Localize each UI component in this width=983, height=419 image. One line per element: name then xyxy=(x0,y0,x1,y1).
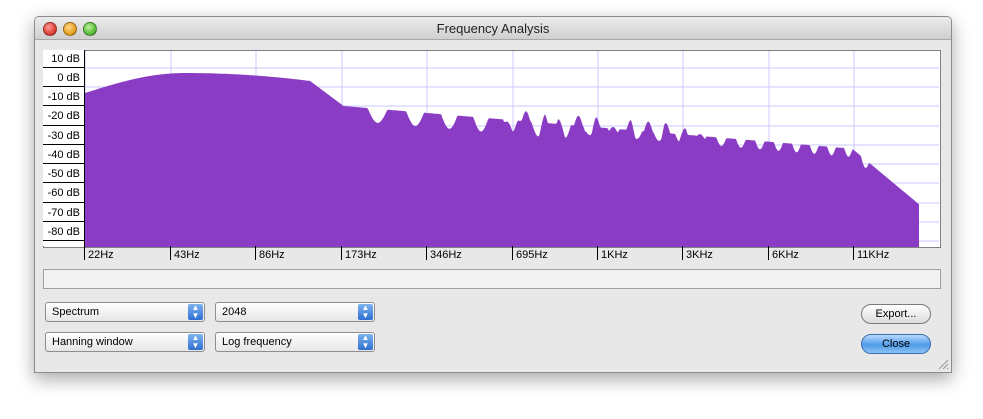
y-label: 10 dB xyxy=(51,53,80,65)
y-label: -40 dB xyxy=(47,149,80,161)
y-tick xyxy=(43,105,84,106)
x-label: 346Hz xyxy=(430,249,462,261)
x-label: 1KHz xyxy=(601,249,628,261)
size-value: 2048 xyxy=(222,306,247,318)
y-label: -20 dB xyxy=(47,110,80,122)
x-label: 3KHz xyxy=(686,249,713,261)
size-select[interactable]: 2048 ▲ ▼ xyxy=(215,302,375,322)
x-tick xyxy=(170,246,171,260)
x-tick xyxy=(84,246,85,260)
x-label: 43Hz xyxy=(174,249,200,261)
x-label: 6KHz xyxy=(772,249,799,261)
x-tick xyxy=(768,246,769,260)
updown-arrows-icon: ▲ ▼ xyxy=(188,304,203,320)
x-tick xyxy=(597,246,598,260)
export-button[interactable]: Export... xyxy=(861,304,931,324)
spectrum-fill xyxy=(85,73,919,247)
y-tick xyxy=(43,67,84,68)
y-tick xyxy=(43,221,84,222)
x-label: 695Hz xyxy=(516,249,548,261)
x-tick xyxy=(512,246,513,260)
x-label: 11KHz xyxy=(857,249,890,261)
updown-arrows-icon: ▲ ▼ xyxy=(358,304,373,320)
axis-value: Log frequency xyxy=(222,336,292,348)
x-label: 173Hz xyxy=(345,249,377,261)
updown-arrows-icon: ▲ ▼ xyxy=(358,334,373,350)
x-label: 22Hz xyxy=(88,249,114,261)
spectrum-plot[interactable] xyxy=(43,50,941,248)
y-tick xyxy=(43,202,84,203)
close-button[interactable]: Close xyxy=(861,334,931,354)
y-tick xyxy=(43,125,84,126)
axis-select[interactable]: Log frequency ▲ ▼ xyxy=(215,332,375,352)
y-label: -80 dB xyxy=(47,226,80,238)
y-tick xyxy=(43,86,84,87)
window-function-select[interactable]: Hanning window ▲ ▼ xyxy=(45,332,205,352)
window-title: Frequency Analysis xyxy=(436,21,550,36)
resize-grip-icon[interactable] xyxy=(937,358,949,370)
x-tick xyxy=(341,246,342,260)
window-function-value: Hanning window xyxy=(52,336,133,348)
x-label: 86Hz xyxy=(259,249,285,261)
updown-arrows-icon: ▲ ▼ xyxy=(188,334,203,350)
progress-bar xyxy=(43,269,941,289)
frequency-analysis-window: Frequency Analysis 10 dB 0 dB -10 dB -20… xyxy=(34,16,952,373)
y-label: -70 dB xyxy=(47,207,80,219)
y-tick xyxy=(43,182,84,183)
y-label: 0 dB xyxy=(57,72,80,84)
y-axis: 10 dB 0 dB -10 dB -20 dB -30 dB -40 dB -… xyxy=(43,50,85,246)
x-tick xyxy=(853,246,854,260)
x-tick xyxy=(255,246,256,260)
y-tick xyxy=(43,163,84,164)
y-label: -10 dB xyxy=(47,91,80,103)
y-label: -30 dB xyxy=(47,130,80,142)
y-tick xyxy=(43,144,84,145)
spectrum-graph xyxy=(84,51,939,247)
x-tick xyxy=(682,246,683,260)
algorithm-value: Spectrum xyxy=(52,306,100,318)
y-label: -60 dB xyxy=(47,187,80,199)
y-label: -50 dB xyxy=(47,168,80,180)
x-axis: 22Hz 43Hz 86Hz 173Hz 346Hz 695Hz 1KHz 3K… xyxy=(84,246,940,264)
title-bar[interactable]: Frequency Analysis xyxy=(35,17,951,40)
y-tick xyxy=(43,240,84,241)
algorithm-select[interactable]: Spectrum ▲ ▼ xyxy=(45,302,205,322)
x-tick xyxy=(426,246,427,260)
